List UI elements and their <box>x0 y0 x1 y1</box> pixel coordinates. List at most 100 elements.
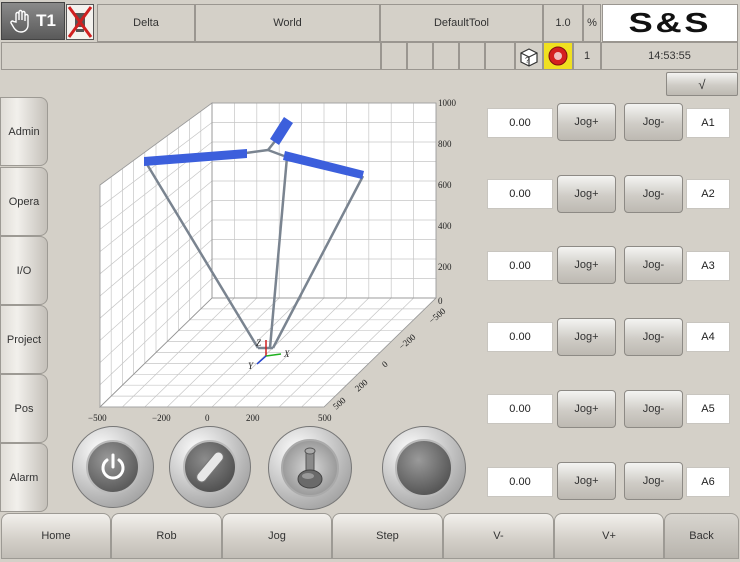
speed-up-button[interactable]: V+ <box>554 513 664 559</box>
y-tick-label: 0 <box>380 359 390 370</box>
cube-icon: ? <box>520 48 538 67</box>
step-button[interactable]: Step <box>332 513 443 559</box>
speed-down-button[interactable]: V- <box>443 513 554 559</box>
frame-label: World <box>273 17 302 29</box>
joystick-icon <box>297 447 323 489</box>
jog-plus-button[interactable]: Jog+ <box>557 103 616 141</box>
bottom-label: Home <box>41 530 71 542</box>
task-number-field: 1 <box>573 42 601 70</box>
z-tick-label: 400 <box>438 221 452 231</box>
jog-minus-button[interactable]: Jog- <box>624 462 683 500</box>
robot-type-field[interactable]: Delta <box>97 4 195 42</box>
jog-plus-button[interactable]: Jog+ <box>557 246 616 284</box>
axis-name: A1 <box>701 117 715 129</box>
power-knob-face <box>86 440 140 494</box>
frame-x-label: X <box>283 349 290 359</box>
cube-icon-cell[interactable]: ? <box>515 42 543 70</box>
sidebar-item-admin[interactable]: Admin <box>0 97 48 166</box>
jog-minus-button[interactable]: Jog- <box>624 103 683 141</box>
axis-value-text: 0.00 <box>509 476 531 488</box>
estop-cell[interactable] <box>543 42 573 70</box>
bottom-label: Back <box>689 530 714 542</box>
jog-minus-button[interactable]: Jog- <box>624 246 683 284</box>
tool-label: DefaultTool <box>433 17 490 29</box>
sidebar-item-pos[interactable]: Pos <box>0 374 48 443</box>
x-tick-label: −500 <box>88 413 107 423</box>
z-tick-label: 600 <box>438 180 452 190</box>
axis-value: 0.00 <box>487 467 553 497</box>
jog-minus-label: Jog- <box>642 331 665 343</box>
bottom-label: Step <box>376 530 399 542</box>
y-tick-label: −200 <box>397 332 418 352</box>
sidebar-item-alarm[interactable]: Alarm <box>0 443 48 512</box>
slot-icon <box>196 451 224 483</box>
z-tick-label: 1000 <box>438 98 457 108</box>
status-slot-3 <box>433 42 459 70</box>
jog-minus-button[interactable]: Jog- <box>624 318 683 356</box>
x-tick-label: 200 <box>246 413 260 423</box>
mode-label: T1 <box>36 11 56 30</box>
sidebar-item-label: Opera <box>8 195 40 208</box>
home-button[interactable]: Home <box>1 513 111 559</box>
tool-field[interactable]: DefaultTool <box>380 4 543 42</box>
status-bar-empty <box>1 42 381 70</box>
axis-label: A3 <box>686 251 730 281</box>
jog-plus-label: Jog+ <box>574 188 599 200</box>
axis-name: A5 <box>701 403 715 415</box>
jog-plus-button[interactable]: Jog+ <box>557 462 616 500</box>
x-tick-label: 0 <box>205 413 210 423</box>
status-slot-1 <box>381 42 407 70</box>
jog-plus-button[interactable]: Jog+ <box>557 390 616 428</box>
rob-button[interactable]: Rob <box>111 513 222 559</box>
bottom-label: Rob <box>156 530 177 542</box>
axis-label: A5 <box>686 394 730 424</box>
speed-value: 1.0 <box>555 17 571 29</box>
speed-field[interactable]: 1.0 <box>543 4 583 42</box>
selector-knob[interactable] <box>169 426 251 508</box>
x-tick-label: −200 <box>152 413 171 423</box>
bottom-label: V- <box>493 530 504 542</box>
sidebar-item-opera[interactable]: Opera <box>0 167 48 236</box>
axis-value-text: 0.00 <box>509 331 531 343</box>
status-slot-5 <box>485 42 515 70</box>
axis-name: A4 <box>701 331 715 343</box>
jog-button[interactable]: Jog <box>222 513 332 559</box>
alarm-off-icon <box>66 4 94 40</box>
jog-plus-label: Jog+ <box>574 475 599 487</box>
back-button[interactable]: Back <box>664 513 739 559</box>
brand-logo: S&S <box>602 4 738 42</box>
axis-name: A6 <box>701 476 715 488</box>
push-button-face <box>395 439 453 497</box>
svg-text:?: ? <box>525 56 530 65</box>
mode-indicator[interactable]: T1 <box>1 2 65 40</box>
sidebar-item-io[interactable]: I/O <box>0 236 48 305</box>
jog-minus-button[interactable]: Jog- <box>624 390 683 428</box>
emergency-stop-icon <box>548 46 568 66</box>
jog-minus-button[interactable]: Jog- <box>624 175 683 213</box>
axis-value: 0.00 <box>487 394 553 424</box>
axis-value: 0.00 <box>487 108 553 138</box>
axis-label: A1 <box>686 108 730 138</box>
speed-unit: % <box>587 17 597 29</box>
status-slot-4 <box>459 42 485 70</box>
jog-plus-button[interactable]: Jog+ <box>557 318 616 356</box>
z-tick-label: 200 <box>438 262 452 272</box>
confirm-button[interactable]: √ <box>666 72 738 96</box>
jog-plus-label: Jog+ <box>574 403 599 415</box>
jog-minus-label: Jog- <box>642 475 665 487</box>
joystick-knob[interactable] <box>268 426 352 510</box>
robot-3d-view[interactable]: 1000 800 600 400 200 0 −500 −200 0 200 5… <box>48 97 484 427</box>
jog-minus-label: Jog- <box>642 259 665 271</box>
hand-icon <box>10 9 29 33</box>
sidebar-item-label: Admin <box>8 125 40 138</box>
push-button-knob[interactable] <box>382 426 466 510</box>
jog-plus-button[interactable]: Jog+ <box>557 175 616 213</box>
frame-field[interactable]: World <box>195 4 380 42</box>
sidebar-item-label: Pos <box>14 402 34 415</box>
sidebar-item-project[interactable]: Project <box>0 305 48 374</box>
axis-label: A6 <box>686 467 730 497</box>
jog-minus-label: Jog- <box>642 116 665 128</box>
clock-field: 14:53:55 <box>601 42 738 70</box>
power-knob[interactable] <box>72 426 154 508</box>
task-number: 1 <box>583 50 591 62</box>
